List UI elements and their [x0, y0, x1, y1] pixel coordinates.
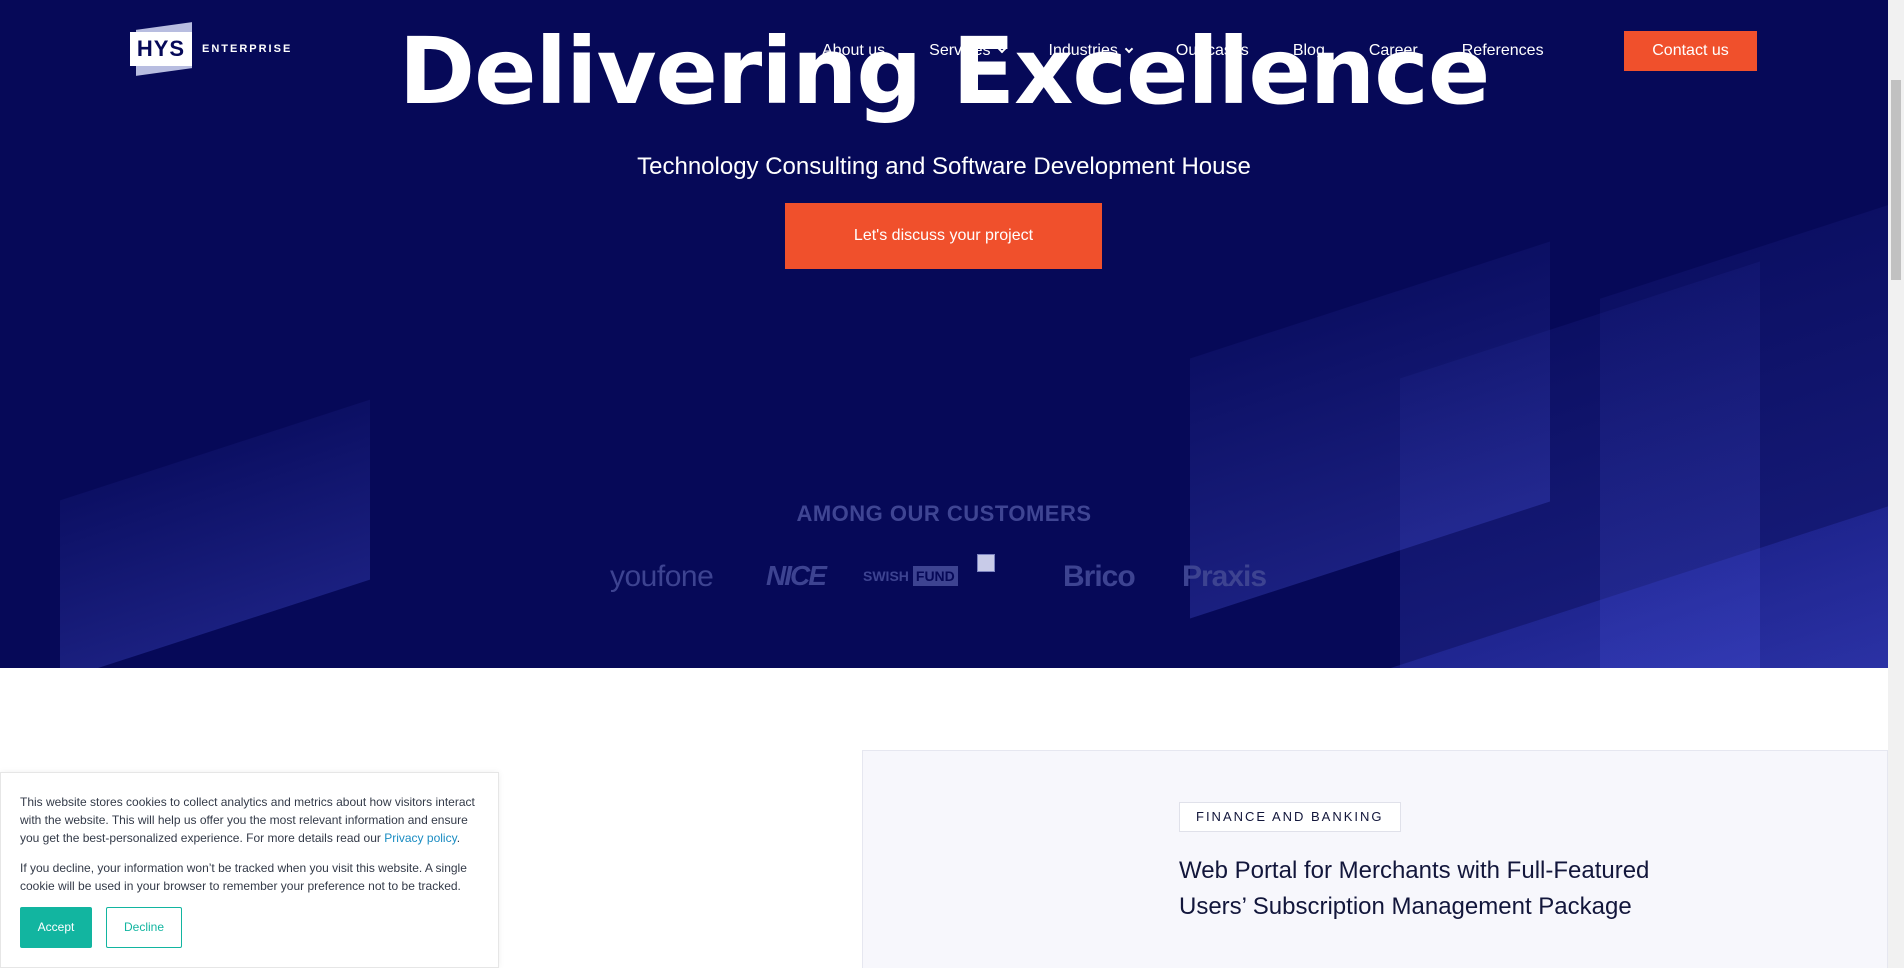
praxis-logo: Praxis	[1182, 560, 1267, 593]
cookie-text: This website stores cookies to collect a…	[20, 795, 475, 845]
decorative-shape	[60, 399, 370, 668]
customer-logos: youfone NICE SWISH FUND Brico Praxis	[0, 554, 1888, 602]
customers-title: AMONG OUR CUSTOMERS	[796, 501, 1092, 526]
chevron-down-icon	[1124, 44, 1134, 54]
decline-button[interactable]: Decline	[106, 907, 182, 948]
logo-mark: HYS	[130, 22, 192, 76]
nav-about-us[interactable]: About us	[822, 42, 885, 60]
broken-image-icon	[977, 554, 995, 572]
main-nav: About us Services Industries Our cases B…	[822, 31, 1588, 71]
swish-text: SWISH	[863, 568, 909, 584]
nav-references[interactable]: References	[1462, 42, 1544, 60]
chevron-down-icon	[997, 44, 1006, 54]
cookie-banner: This website stores cookies to collect a…	[0, 772, 499, 968]
nice-logo: NICE	[766, 560, 827, 591]
cookie-decline-text: If you decline, your information won’t b…	[20, 861, 467, 893]
hys-logo[interactable]: HYS ENTERPRISE	[130, 22, 293, 76]
nav-services[interactable]: Services	[929, 42, 1006, 60]
nav-industries[interactable]: Industries	[1049, 42, 1134, 60]
nav-blog[interactable]: Blog	[1293, 42, 1325, 60]
discuss-project-button[interactable]: Let's discuss your project	[785, 203, 1102, 269]
youfone-logo: youfone	[610, 560, 714, 593]
nav-our-cases[interactable]: Our cases	[1176, 42, 1249, 60]
brico-logo: Brico	[1063, 560, 1136, 593]
contact-us-button[interactable]: Contact us	[1624, 31, 1757, 71]
case-tag: FINANCE AND BANKING	[1179, 802, 1401, 832]
scrollbar-thumb[interactable]	[1891, 80, 1901, 280]
scrollbar[interactable]	[1888, 0, 1904, 968]
logo-text: ENTERPRISE	[202, 43, 293, 55]
privacy-policy-link[interactable]: Privacy policy	[384, 831, 456, 845]
case-title[interactable]: Web Portal for Merchants with Full-Featu…	[1179, 853, 1719, 925]
hero-section: Delivering Excellence Technology Consult…	[0, 0, 1888, 668]
nav-career[interactable]: Career	[1369, 42, 1418, 60]
swishfund-logo: SWISH FUND	[863, 566, 958, 586]
accept-button[interactable]: Accept	[20, 907, 92, 948]
fund-text: FUND	[912, 566, 958, 586]
hero-subheadline: Technology Consulting and Software Devel…	[637, 153, 1251, 180]
